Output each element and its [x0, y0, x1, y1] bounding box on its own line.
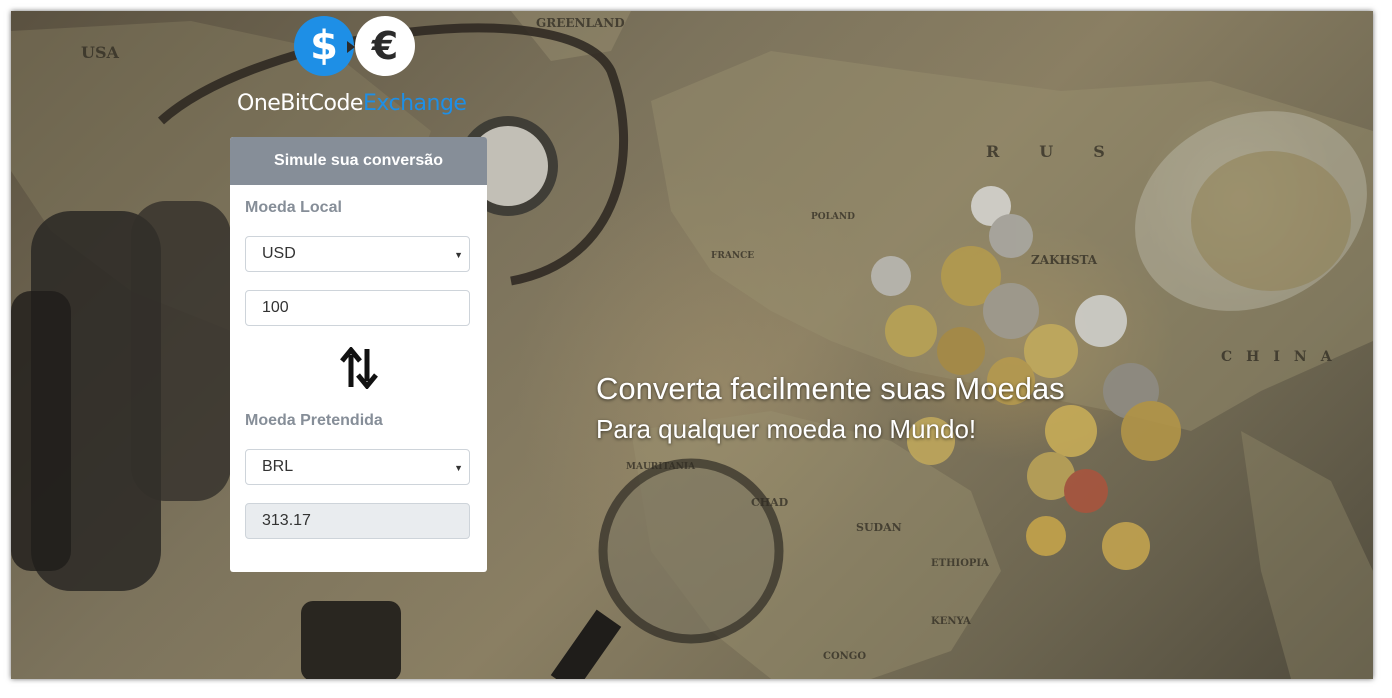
svg-text:CONGO: CONGO	[823, 651, 866, 662]
svg-text:GREENLAND: GREENLAND	[536, 16, 625, 30]
svg-text:SUDAN: SUDAN	[856, 521, 902, 534]
svg-text:CHINA: CHINA	[1221, 349, 1346, 365]
arrow-right-icon	[347, 41, 355, 53]
svg-text:USA: USA	[81, 43, 120, 62]
chevron-down-icon: ▼	[454, 250, 463, 260]
svg-text:CHAD: CHAD	[751, 496, 789, 509]
local-currency-select[interactable]: USD ▼	[245, 236, 470, 272]
result-value: 313.17	[262, 512, 311, 529]
svg-text:POLAND: POLAND	[811, 212, 855, 222]
brand-logo[interactable]: $ € OneBitCodeExchange	[237, 15, 481, 125]
card-header: Simule sua conversão	[230, 137, 487, 185]
hero-title: Converta facilmente suas Moedas	[596, 371, 1065, 406]
brand-name-part1: OneBitCode	[237, 91, 363, 116]
amount-value: 100	[262, 299, 289, 316]
chevron-down-icon: ▼	[454, 463, 463, 473]
target-currency-label: Moeda Pretendida	[245, 412, 383, 429]
brand-name: OneBitCodeExchange	[237, 91, 481, 116]
world-map-background-image: USA GREENLAND RUS CHINA CHAD SUDAN ETHIO…	[11, 11, 1373, 679]
result-field[interactable]: 313.17	[245, 503, 470, 539]
hero-background: USA GREENLAND RUS CHINA CHAD SUDAN ETHIO…	[11, 11, 1373, 679]
svg-text:ZAKHSTA: ZAKHSTA	[1031, 253, 1098, 267]
svg-text:MAURITANIA: MAURITANIA	[626, 462, 696, 472]
svg-text:ETHIOPIA: ETHIOPIA	[931, 558, 989, 569]
local-currency-value: USD	[262, 245, 296, 262]
dollar-coin-icon: $	[294, 16, 354, 76]
svg-text:KENYA: KENYA	[931, 616, 971, 627]
target-currency-value: BRL	[262, 458, 294, 475]
svg-text:RUS: RUS	[986, 142, 1145, 161]
svg-text:FRANCE: FRANCE	[711, 251, 754, 261]
hero-subtitle: Para qualquer moeda no Mundo!	[596, 414, 977, 444]
conversion-card: Simule sua conversão Moeda Local USD ▼ 1…	[230, 137, 487, 572]
brand-name-part2: Exchange	[362, 91, 467, 116]
euro-coin-icon: €	[355, 16, 415, 76]
swap-vertical-arrows-icon[interactable]	[339, 347, 379, 389]
amount-input[interactable]: 100	[245, 290, 470, 326]
local-currency-label: Moeda Local	[245, 199, 342, 216]
target-currency-select[interactable]: BRL ▼	[245, 449, 470, 485]
